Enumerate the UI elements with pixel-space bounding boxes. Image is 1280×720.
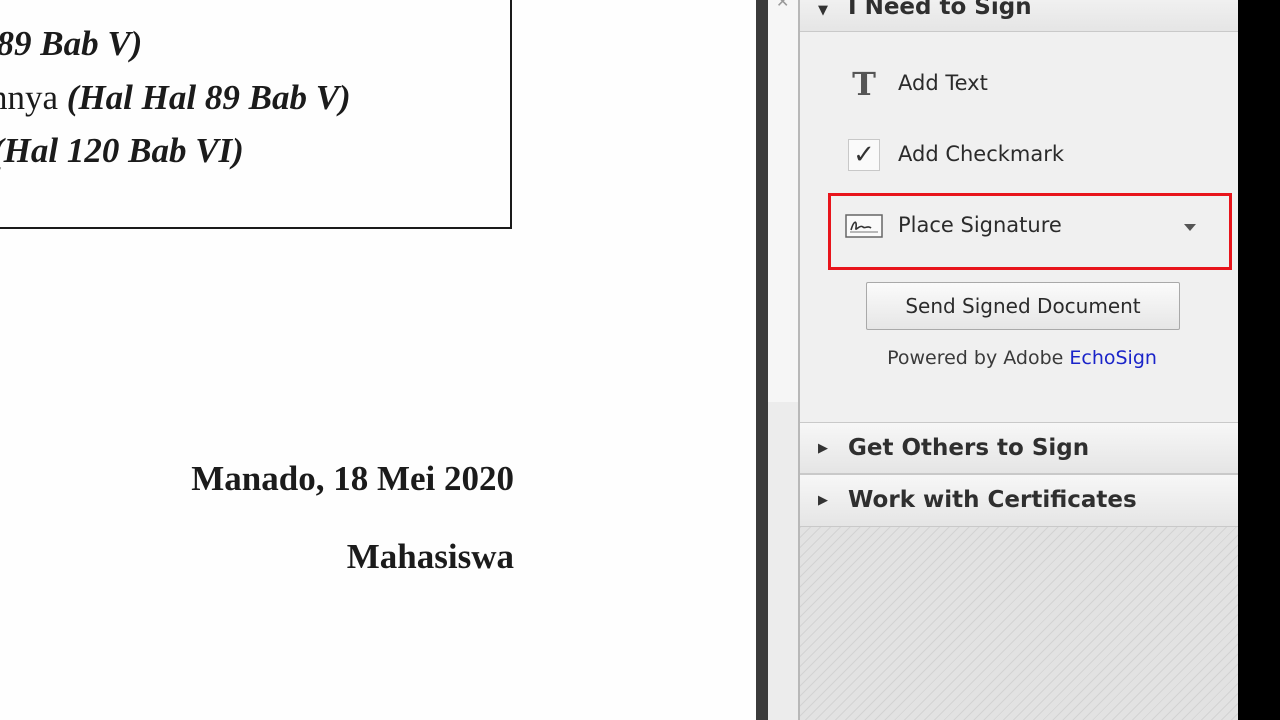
- place-signature-label: Place Signature: [898, 213, 1062, 237]
- add-checkmark-label: Add Checkmark: [898, 142, 1065, 166]
- checkmark-icon: ✓: [844, 135, 884, 175]
- document-line-2: nnya (Hal Hal 89 Bab V): [0, 78, 351, 118]
- add-text-label: Add Text: [898, 71, 988, 95]
- scrollbar-thumb[interactable]: [768, 0, 798, 402]
- add-text-tool[interactable]: T Add Text: [844, 62, 1228, 106]
- section-i-need-to-sign[interactable]: ▼ I Need to Sign: [800, 0, 1238, 32]
- empty-panel-area: [800, 527, 1238, 720]
- document-line-3: (Hal 120 Bab VI): [0, 131, 244, 171]
- window-edge: [1238, 0, 1280, 720]
- sign-tools-panel: ▼ I Need to Sign T Add Text ✓ Add Checkm…: [800, 0, 1238, 720]
- expand-triangle-icon: ▶: [818, 493, 828, 508]
- document-line-2-text: nnya: [0, 78, 59, 117]
- document-line-1: / 89 Bab V): [0, 24, 142, 64]
- text-tool-icon: T: [852, 65, 876, 103]
- vertical-scrollbar[interactable]: ✕: [768, 0, 798, 720]
- collapse-triangle-icon: ▼: [818, 3, 828, 18]
- dropdown-arrow-icon[interactable]: [1180, 220, 1200, 234]
- document-line-3-ref: (Hal 120 Bab VI): [0, 131, 244, 170]
- document-line-1-ref: / 89 Bab V): [0, 24, 143, 63]
- section-get-others-to-sign[interactable]: ▶ Get Others to Sign: [800, 422, 1238, 474]
- expand-triangle-icon: ▶: [818, 441, 828, 456]
- place-signature-tool[interactable]: Place Signature: [844, 204, 1228, 248]
- document-line-2-ref: (Hal Hal 89 Bab V): [66, 78, 351, 117]
- section-certificates-label: Work with Certificates: [848, 487, 1137, 513]
- document-page: / 89 Bab V) nnya (Hal Hal 89 Bab V) (Hal…: [0, 0, 756, 720]
- section-get-others-label: Get Others to Sign: [848, 435, 1090, 461]
- signature-icon: [844, 206, 884, 246]
- echosign-link[interactable]: EchoSign: [1069, 347, 1157, 369]
- powered-by-prefix: Powered by Adobe: [887, 347, 1070, 369]
- section-work-with-certificates[interactable]: ▶ Work with Certificates: [800, 474, 1238, 527]
- powered-by-text: Powered by Adobe EchoSign: [800, 347, 1244, 369]
- send-signed-document-button[interactable]: Send Signed Document: [866, 282, 1180, 330]
- section-i-need-to-sign-label: I Need to Sign: [848, 0, 1032, 20]
- signer-role-text: Mahasiswa: [346, 537, 514, 576]
- add-checkmark-tool[interactable]: ✓ Add Checkmark: [844, 133, 1228, 177]
- pane-splitter[interactable]: [756, 0, 768, 720]
- place-date-text: Manado, 18 Mei 2020: [191, 459, 514, 498]
- close-icon[interactable]: ✕: [776, 0, 789, 11]
